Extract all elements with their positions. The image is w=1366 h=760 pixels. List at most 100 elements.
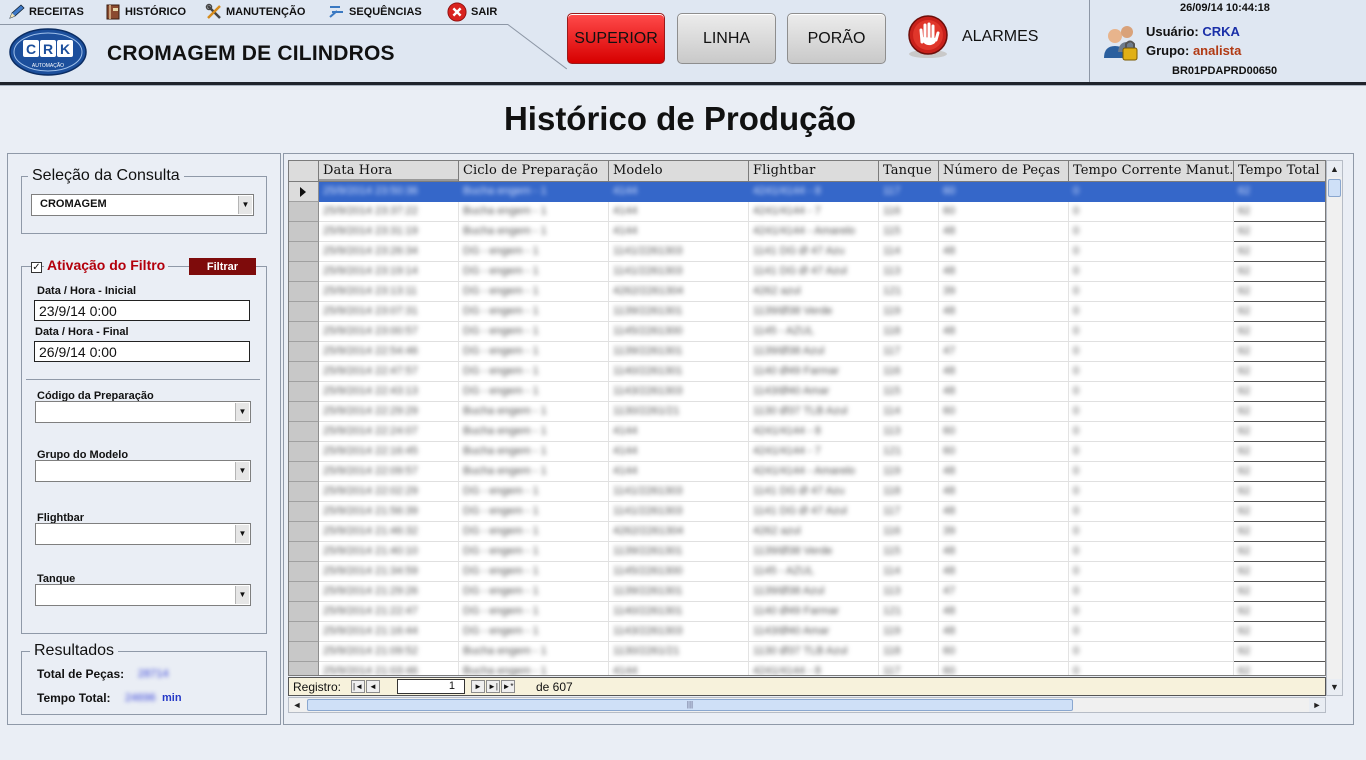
chevron-down-icon[interactable]: ▼ — [238, 196, 252, 214]
scroll-right-icon[interactable]: ► — [1309, 698, 1325, 712]
table-cell[interactable]: 0 — [1069, 402, 1234, 422]
table-cell[interactable]: 48 — [939, 622, 1069, 642]
table-cell[interactable]: 1143/2261303 — [609, 382, 749, 402]
table-cell[interactable]: 115 — [879, 382, 939, 402]
table-cell[interactable]: 1145/2261300 — [609, 322, 749, 342]
row-selector[interactable] — [289, 562, 319, 582]
table-row[interactable]: 25/9/2014 23:19:14 DG - engem - 1 1141/226… — [289, 262, 1325, 282]
table-cell[interactable]: 4241/4144 - 8 — [749, 182, 879, 202]
row-selector[interactable] — [289, 442, 319, 462]
table-cell[interactable]: 116 — [879, 362, 939, 382]
table-cell[interactable]: DG - engem - 1 — [459, 342, 609, 362]
table-cell[interactable]: 1139/Ø38 Azul — [749, 582, 879, 602]
table-cell[interactable]: DG - engem - 1 — [459, 262, 609, 282]
horizontal-scrollbar[interactable]: ◄ ||| ► — [288, 697, 1326, 713]
row-selector[interactable] — [289, 462, 319, 482]
table-cell[interactable]: 60 — [939, 642, 1069, 662]
row-selector[interactable] — [289, 302, 319, 322]
table-cell[interactable]: 4262 azul — [749, 522, 879, 542]
table-cell[interactable]: 48 — [939, 242, 1069, 262]
flightbar-select[interactable]: ▼ — [35, 523, 251, 545]
table-row[interactable]: 25/9/2014 22:43:13 DG - engem - 1 1143/226… — [289, 382, 1325, 402]
table-row[interactable]: 25/9/2014 22:54:46 DG - engem - 1 1139/226… — [289, 342, 1325, 362]
row-selector[interactable] — [289, 522, 319, 542]
table-cell[interactable]: 62 — [1234, 242, 1325, 262]
table-cell[interactable]: 60 — [939, 202, 1069, 222]
table-cell[interactable]: 62 — [1234, 582, 1325, 602]
table-cell[interactable]: DG - engem - 1 — [459, 382, 609, 402]
row-selector[interactable] — [289, 662, 319, 675]
column-header[interactable]: Tempo Total — [1234, 161, 1325, 182]
table-cell[interactable]: DG - engem - 1 — [459, 522, 609, 542]
row-selector[interactable] — [289, 402, 319, 422]
scroll-left-icon[interactable]: ◄ — [289, 698, 305, 712]
table-cell[interactable]: 60 — [939, 442, 1069, 462]
stop-hand-icon[interactable] — [905, 14, 951, 60]
table-cell[interactable]: 62 — [1234, 222, 1325, 242]
table-cell[interactable]: 1139/2261301 — [609, 582, 749, 602]
filtrar-button[interactable]: Filtrar — [189, 258, 256, 275]
table-cell[interactable]: 4144 — [609, 202, 749, 222]
table-cell[interactable]: 25/9/2014 21:46:32 — [319, 522, 459, 542]
row-selector[interactable] — [289, 182, 319, 202]
scroll-up-icon[interactable]: ▲ — [1327, 161, 1342, 177]
table-row[interactable]: 25/9/2014 23:13:11 DG - engem - 1 4262/226… — [289, 282, 1325, 302]
table-cell[interactable]: 62 — [1234, 462, 1325, 482]
table-cell[interactable]: DG - engem - 1 — [459, 582, 609, 602]
column-header[interactable]: Ciclo de Preparação — [459, 161, 609, 182]
query-select[interactable]: CROMAGEM ▼ — [31, 194, 254, 216]
table-cell[interactable]: 121 — [879, 602, 939, 622]
table-cell[interactable]: 60 — [939, 662, 1069, 675]
table-cell[interactable]: 0 — [1069, 442, 1234, 462]
table-cell[interactable]: 25/9/2014 22:02:29 — [319, 482, 459, 502]
table-cell[interactable]: 1139/Ø38 Azul — [749, 342, 879, 362]
table-cell[interactable]: DG - engem - 1 — [459, 282, 609, 302]
row-selector[interactable] — [289, 482, 319, 502]
table-row[interactable]: 25/9/2014 23:31:19 Bucha engem - 1 4144 424… — [289, 222, 1325, 242]
table-cell[interactable]: 0 — [1069, 202, 1234, 222]
table-cell[interactable]: 1139/Ø38 Verde — [749, 542, 879, 562]
table-cell[interactable]: 1139/2261301 — [609, 542, 749, 562]
table-cell[interactable]: DG - engem - 1 — [459, 602, 609, 622]
table-row[interactable]: 25/9/2014 21:40:10 DG - engem - 1 1139/226… — [289, 542, 1325, 562]
table-cell[interactable]: 119 — [879, 462, 939, 482]
table-cell[interactable]: 1140/2261301 — [609, 602, 749, 622]
table-cell[interactable]: 119 — [879, 302, 939, 322]
table-cell[interactable]: 121 — [879, 282, 939, 302]
table-cell[interactable]: 0 — [1069, 522, 1234, 542]
table-row[interactable]: 25/9/2014 23:37:22 Bucha engem - 1 4144 424… — [289, 202, 1325, 222]
table-cell[interactable]: 1141/2261303 — [609, 502, 749, 522]
table-cell[interactable]: 62 — [1234, 642, 1325, 662]
table-cell[interactable]: 25/9/2014 21:22:47 — [319, 602, 459, 622]
table-cell[interactable]: 114 — [879, 242, 939, 262]
menu-manutencao[interactable]: MANUTENÇÃO — [205, 2, 305, 22]
table-cell[interactable]: 4262 azul — [749, 282, 879, 302]
table-cell[interactable]: 1139/2261301 — [609, 342, 749, 362]
vertical-scroll-thumb[interactable] — [1328, 179, 1341, 197]
tank-select[interactable]: ▼ — [35, 584, 251, 606]
table-cell[interactable]: DG - engem - 1 — [459, 322, 609, 342]
table-cell[interactable]: 25/9/2014 23:19:14 — [319, 262, 459, 282]
table-cell[interactable]: 1143/2261303 — [609, 622, 749, 642]
table-cell[interactable]: 116 — [879, 522, 939, 542]
table-cell[interactable]: Bucha engem - 1 — [459, 182, 609, 202]
table-cell[interactable]: 62 — [1234, 342, 1325, 362]
table-cell[interactable]: 62 — [1234, 422, 1325, 442]
table-cell[interactable]: 62 — [1234, 322, 1325, 342]
table-cell[interactable]: 25/9/2014 23:50:36 — [319, 182, 459, 202]
table-row[interactable]: 25/9/2014 22:24:07 Bucha engem - 1 4144 424… — [289, 422, 1325, 442]
horizontal-scroll-thumb[interactable]: ||| — [307, 699, 1073, 711]
table-cell[interactable]: 1140 Ø49 Farmar — [749, 362, 879, 382]
table-row[interactable]: 25/9/2014 21:09:52 Bucha engem - 1 1130/22… — [289, 642, 1325, 662]
table-cell[interactable]: 1130 Ø37 TLB Azul — [749, 642, 879, 662]
table-row[interactable]: 25/9/2014 23:00:57 DG - engem - 1 1145/226… — [289, 322, 1325, 342]
table-cell[interactable]: 0 — [1069, 342, 1234, 362]
table-cell[interactable]: DG - engem - 1 — [459, 562, 609, 582]
table-cell[interactable]: 25/9/2014 22:24:07 — [319, 422, 459, 442]
row-selector[interactable] — [289, 622, 319, 642]
table-cell[interactable]: 117 — [879, 502, 939, 522]
table-cell[interactable]: 62 — [1234, 382, 1325, 402]
menu-sequencias[interactable]: SEQUÊNCIAS — [328, 2, 422, 22]
table-cell[interactable]: 117 — [879, 662, 939, 675]
table-cell[interactable]: 62 — [1234, 402, 1325, 422]
